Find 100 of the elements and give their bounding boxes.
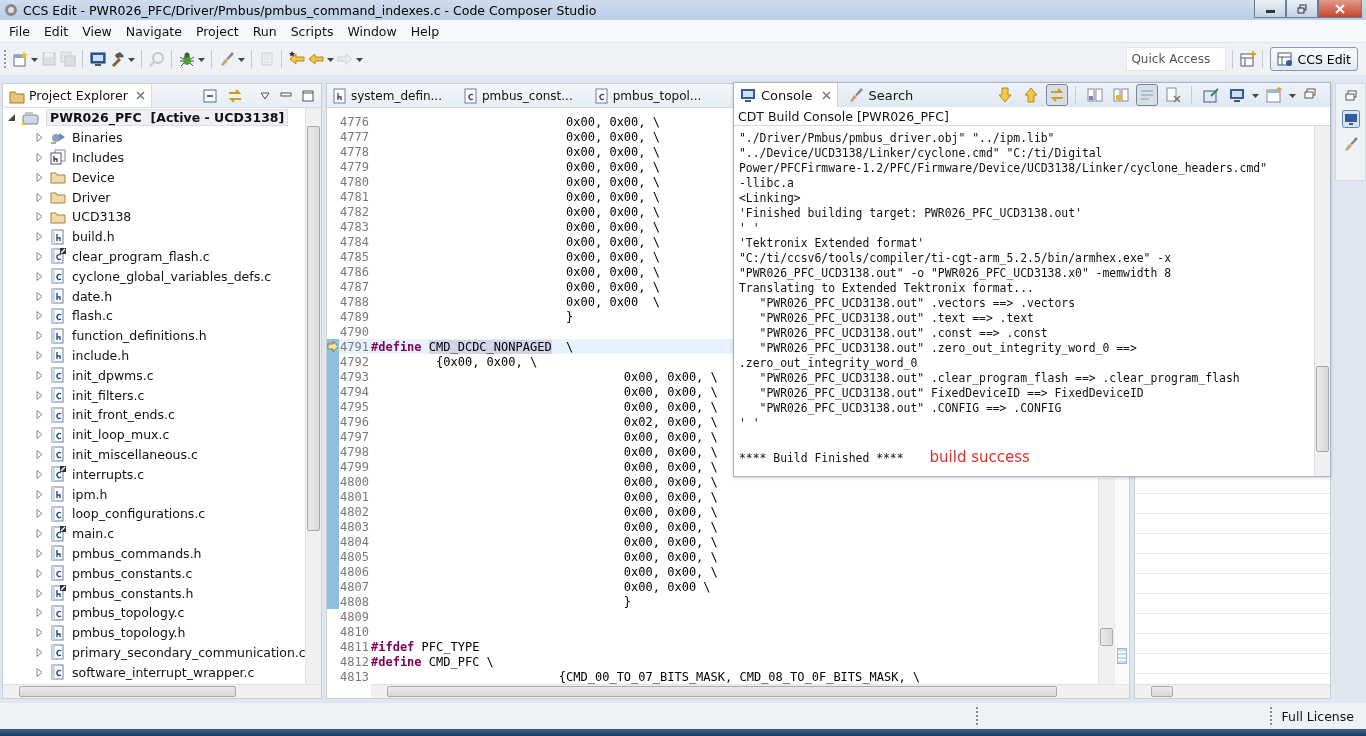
line-number: 4777	[339, 129, 370, 144]
line-number: 4785	[339, 249, 370, 264]
code-line: 0x00, 0x00, \	[622, 519, 718, 534]
code-line: 0x00, 0x00, \	[565, 279, 660, 294]
menu-item[interactable]: Project	[188, 23, 246, 39]
restore-button[interactable]	[1286, 0, 1318, 18]
code-line: 0x00, 0x00 \	[565, 294, 660, 309]
monitor-icon[interactable]	[1341, 110, 1360, 128]
code-line: 0x00, 0x00, \	[622, 459, 718, 474]
menu-item[interactable]: Run	[245, 23, 284, 39]
brush-icon[interactable]	[1342, 136, 1359, 152]
view-menu-icon[interactable]	[260, 90, 270, 101]
tree-item[interactable]: init_dpwms.c	[72, 367, 154, 383]
tree-item[interactable]: function_definitions.h	[72, 328, 207, 344]
code-line: #ifdef PFC_TYPE	[371, 639, 480, 654]
scrollbar[interactable]	[1098, 478, 1114, 684]
line-number: 4789	[339, 309, 370, 324]
collapse-all-icon[interactable]	[203, 88, 217, 103]
scrollbar[interactable]	[1135, 684, 1330, 698]
line-number: 4806	[339, 564, 370, 579]
quick-access-field[interactable]: Quick Access	[1126, 47, 1227, 71]
tree-item[interactable]: pmbus_topology.c	[72, 605, 185, 621]
code-line: 0x00, 0x00, \	[622, 549, 718, 564]
menu-item[interactable]: Help	[403, 23, 447, 39]
view-tab[interactable]: Project Explorer	[3, 84, 152, 107]
menu-item[interactable]: Edit	[36, 23, 76, 39]
tree-item[interactable]: loop_configurations.c	[72, 506, 206, 522]
line-number: 4787	[339, 279, 370, 294]
line-number: 4798	[339, 444, 370, 459]
perspective-icon	[1277, 51, 1294, 67]
tree-item[interactable]: clear_program_flash.c	[72, 248, 210, 264]
restore-icon[interactable]	[1344, 90, 1357, 102]
tree-item[interactable]: cyclone_global_variables_defs.c	[72, 268, 272, 284]
maximize-icon[interactable]	[302, 89, 314, 102]
menu-item[interactable]: View	[75, 23, 119, 39]
tree-item[interactable]: date.h	[72, 288, 113, 304]
word-wrap-icon[interactable]	[1136, 84, 1158, 106]
code-line: #define CMD_DCDC_NONPAGED \	[371, 339, 574, 354]
console-line: 'Finished building target: PWR026_PFC_UCD3138.out'	[739, 206, 1083, 221]
close-button[interactable]	[1318, 0, 1362, 18]
menu-item[interactable]: File	[2, 23, 37, 39]
editor-tab[interactable]: pmbus_const...	[458, 84, 581, 107]
code-line: 0x00, 0x00, \	[622, 474, 718, 489]
tree-item[interactable]: interrupts.c	[72, 466, 145, 482]
tree-item[interactable]: flash.c	[72, 308, 113, 324]
console-line: <Linking>	[739, 191, 802, 206]
tree-item[interactable]: init_loop_mux.c	[72, 427, 170, 443]
bug-icon[interactable]	[179, 51, 195, 67]
scrollbar[interactable]	[3, 684, 321, 698]
tree-item[interactable]: pmbus_constants.c	[72, 565, 193, 581]
expander-icon[interactable]	[7, 113, 16, 123]
close-icon[interactable]	[135, 91, 145, 100]
scrollbar[interactable]	[371, 684, 1129, 698]
tree-item[interactable]: pmbus_constants.h	[72, 585, 194, 601]
code-line: 0x00, 0x00, \	[565, 159, 660, 174]
line-number: 4808	[339, 594, 370, 609]
line-number: 4802	[339, 504, 370, 519]
perspective-button[interactable]: CCS Edit	[1270, 47, 1358, 71]
project-icon	[22, 109, 40, 126]
menu-item[interactable]: Window	[340, 23, 404, 39]
window-title: CCS Edit - PWR026_PFC/Driver/Pmbus/pmbus_command_indexes.c - Code Composer Studio	[23, 2, 598, 18]
tree-item[interactable]: main.c	[72, 526, 115, 542]
tree-item[interactable]: PWR026_PFC [Active - UCD3138]	[46, 109, 289, 127]
minimize-button[interactable]	[1254, 0, 1286, 18]
menu-item[interactable]: Navigate	[118, 23, 189, 39]
open-perspective-icon[interactable]	[1240, 51, 1257, 67]
tree-item[interactable]: init_miscellaneous.c	[72, 446, 198, 462]
line-number: 4794	[339, 384, 370, 399]
tree-item[interactable]: ipm.h	[72, 486, 108, 502]
back-arrow-icon[interactable]	[289, 51, 305, 67]
tree-item[interactable]: software_interrupt_wrapper.c	[72, 664, 255, 680]
editor-tab[interactable]: pmbus_topol...	[588, 84, 710, 107]
tree-item[interactable]: Binaries	[72, 130, 123, 146]
tree-item[interactable]: Device	[72, 169, 115, 185]
scrollbar[interactable]	[1314, 126, 1330, 476]
close-icon[interactable]	[821, 90, 831, 100]
tree-item[interactable]: include.h	[72, 347, 130, 363]
line-number: 4796	[339, 414, 370, 429]
code-line: 0x00, 0x00, \	[622, 489, 718, 504]
scrollbar[interactable]	[305, 108, 321, 684]
tree-item[interactable]: Driver	[72, 189, 111, 205]
tree-item[interactable]: pmbus_topology.h	[72, 625, 186, 641]
tree-item[interactable]: init_filters.c	[72, 387, 145, 403]
tree-item[interactable]: pmbus_commands.h	[72, 545, 202, 561]
console-line: Power/PFCFirmware-1.2/PFC/Firmware/Device/UCD3138/Linker/cyclone_headers.cmd"	[739, 161, 1269, 176]
tree-item[interactable]: primary_secondary_communication.c	[72, 644, 305, 660]
tree-item[interactable]: init_front_ends.c	[72, 407, 175, 423]
tree-item[interactable]: Includes	[72, 150, 124, 165]
monitor-icon[interactable]	[90, 51, 106, 67]
link-icon[interactable]	[227, 87, 243, 104]
tree-item[interactable]: build.h	[72, 229, 115, 245]
tree-item[interactable]: UCD3138	[72, 209, 132, 225]
view-tab[interactable]: Console	[734, 83, 838, 107]
view-tab[interactable]: Search	[841, 83, 920, 107]
editor-tab[interactable]: system_defin...	[327, 84, 450, 107]
line-number: 4783	[339, 219, 370, 234]
line-number: 4811	[339, 639, 370, 654]
menu-item[interactable]: Scripts	[283, 23, 341, 39]
code-line: 0x00, 0x00, \	[622, 534, 718, 549]
link-icon[interactable]	[1046, 84, 1068, 106]
